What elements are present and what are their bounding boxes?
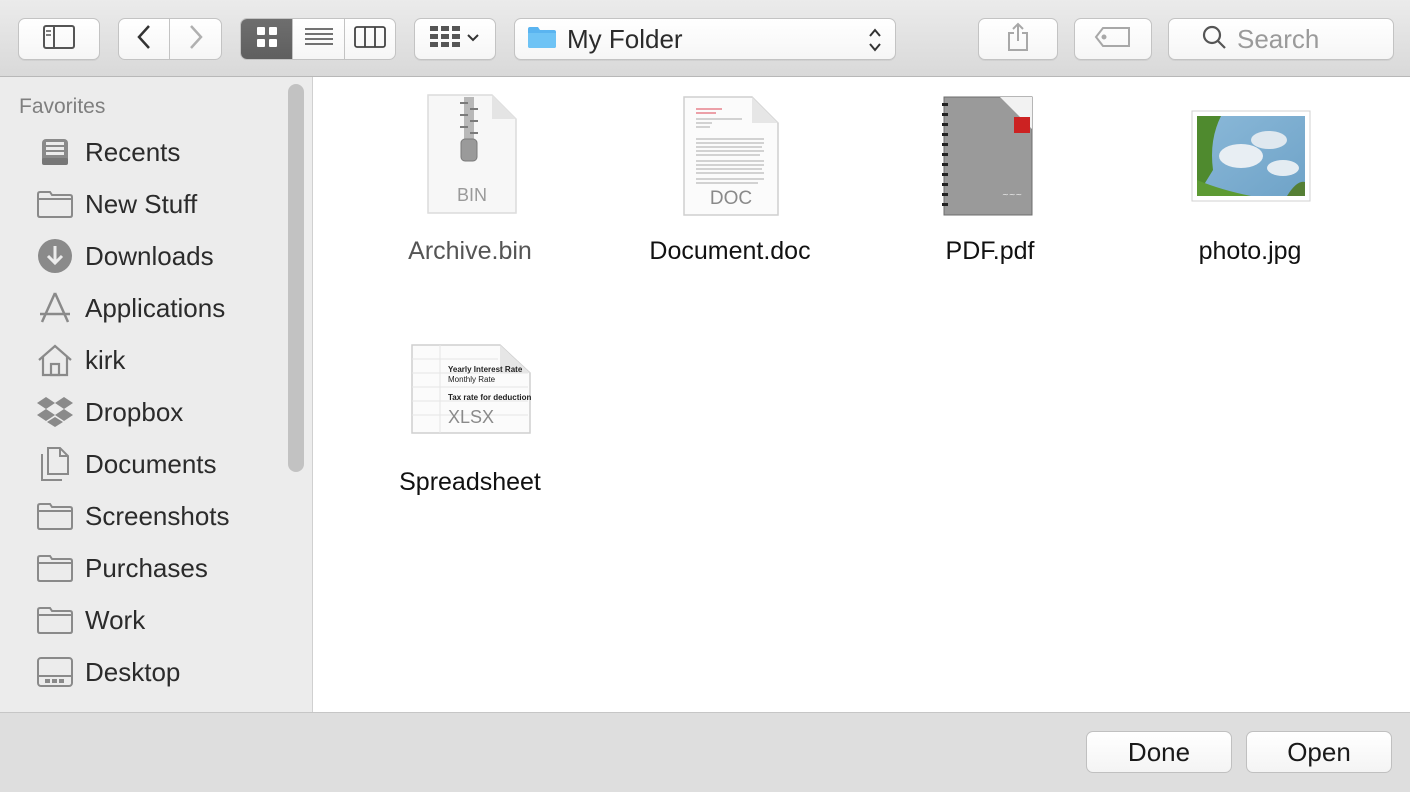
sidebar-item-label: Downloads xyxy=(85,240,214,271)
sidebar: Favorites Recents New Stuff Downloads Ap… xyxy=(0,77,313,712)
share-icon xyxy=(1006,22,1030,57)
forward-button[interactable] xyxy=(170,19,221,59)
sidebar-item-label: Screenshots xyxy=(85,500,230,531)
share-button[interactable] xyxy=(978,18,1058,60)
grid-icon xyxy=(256,26,278,53)
sidebar-item-label: Recents xyxy=(85,136,181,167)
sidebar-item-kirk[interactable]: kirk xyxy=(0,334,290,386)
pdf-icon: ~~~ xyxy=(942,95,1034,217)
view-mode-segment xyxy=(240,18,396,60)
file-name: PDF.pdf xyxy=(945,237,1035,265)
downloads-icon xyxy=(36,237,74,275)
sidebar-item-screenshots[interactable]: Screenshots xyxy=(0,490,290,542)
tag-icon xyxy=(1094,26,1132,53)
sidebar-item-label: Dropbox xyxy=(85,396,184,427)
sidebar-item-work[interactable]: Work xyxy=(0,594,290,646)
sidebar-item-label: Documents xyxy=(85,448,217,479)
chevron-left-icon xyxy=(136,24,152,55)
file-type-badge: XLSX xyxy=(447,407,495,427)
sidebar-item-purchases[interactable]: Purchases xyxy=(0,542,290,594)
folder-icon xyxy=(36,185,74,223)
file-name: Spreadsheet xyxy=(399,468,541,496)
sidebar-item-label: Purchases xyxy=(85,552,208,583)
folder-icon xyxy=(36,549,74,587)
sidebar-item-label: Applications xyxy=(85,292,226,323)
file-type-badge: BIN xyxy=(456,185,487,205)
spreadsheet-line-1: Yearly Interest Rate xyxy=(448,365,523,374)
file-type-badge: DOC xyxy=(709,188,753,209)
dropbox-icon xyxy=(36,393,74,431)
applications-icon xyxy=(36,289,74,327)
group-by-button[interactable] xyxy=(414,18,496,60)
sidebar-heading: Favorites xyxy=(19,95,106,118)
sidebar-toggle-button[interactable] xyxy=(18,18,100,60)
chevron-down-icon xyxy=(466,30,480,48)
sidebar-icon xyxy=(43,24,75,54)
back-button[interactable] xyxy=(119,19,171,59)
open-button[interactable]: Open xyxy=(1246,731,1392,773)
sidebar-item-applications[interactable]: Applications xyxy=(0,282,290,334)
chevron-right-icon xyxy=(188,24,204,55)
sidebar-list: Recents New Stuff Downloads Applications… xyxy=(0,126,290,698)
search-placeholder: Search xyxy=(1237,23,1320,54)
sidebar-item-label: New Stuff xyxy=(85,188,198,219)
columns-icon xyxy=(353,25,386,53)
toolbar: My Folder Search xyxy=(0,0,1410,77)
sidebar-item-label: Work xyxy=(85,604,146,635)
spreadsheet-line-3: Tax rate for deduction xyxy=(448,393,532,402)
column-view-button[interactable] xyxy=(345,19,395,59)
tag-button[interactable] xyxy=(1074,18,1152,60)
list-view-button[interactable] xyxy=(293,19,345,59)
documents-icon xyxy=(36,445,74,483)
sidebar-item-label: Desktop xyxy=(85,656,181,687)
folder-icon xyxy=(527,25,557,54)
sidebar-item-desktop[interactable]: Desktop xyxy=(0,646,290,698)
svg-text:~~~: ~~~ xyxy=(1002,190,1022,199)
done-button[interactable]: Done xyxy=(1086,731,1232,773)
arrange-grid-icon xyxy=(430,25,460,54)
sidebar-scrollbar[interactable] xyxy=(288,84,304,472)
updown-chevron-icon xyxy=(867,27,883,58)
folder-icon xyxy=(36,497,74,535)
spreadsheet-line-2: Monthly Rate xyxy=(448,375,496,384)
recents-icon xyxy=(36,133,74,171)
sidebar-item-new-stuff[interactable]: New Stuff xyxy=(0,178,290,230)
location-label: My Folder xyxy=(567,23,683,54)
sidebar-item-dropbox[interactable]: Dropbox xyxy=(0,386,290,438)
file-name: photo.jpg xyxy=(1198,237,1302,265)
list-icon xyxy=(304,26,334,53)
sidebar-item-label: kirk xyxy=(85,344,126,375)
icon-view-button[interactable] xyxy=(241,19,294,59)
search-icon xyxy=(1201,24,1227,55)
sidebar-item-documents[interactable]: Documents xyxy=(0,438,290,490)
search-field[interactable]: Search xyxy=(1168,18,1394,60)
location-popup[interactable]: My Folder xyxy=(514,18,896,60)
folder-icon xyxy=(36,601,74,639)
sidebar-item-downloads[interactable]: Downloads xyxy=(0,230,290,282)
history-nav xyxy=(118,18,222,60)
photo-thumbnail xyxy=(1191,110,1311,202)
home-icon xyxy=(36,341,74,379)
file-browser: BIN Archive.bin DOC Document.doc ~~~ PDF… xyxy=(313,77,1410,712)
bottom-bar: Done Open xyxy=(0,712,1410,792)
desktop-icon xyxy=(36,653,74,691)
file-name: Document.doc xyxy=(649,237,811,265)
file-name: Archive.bin xyxy=(408,237,532,265)
sidebar-item-recents[interactable]: Recents xyxy=(0,126,290,178)
